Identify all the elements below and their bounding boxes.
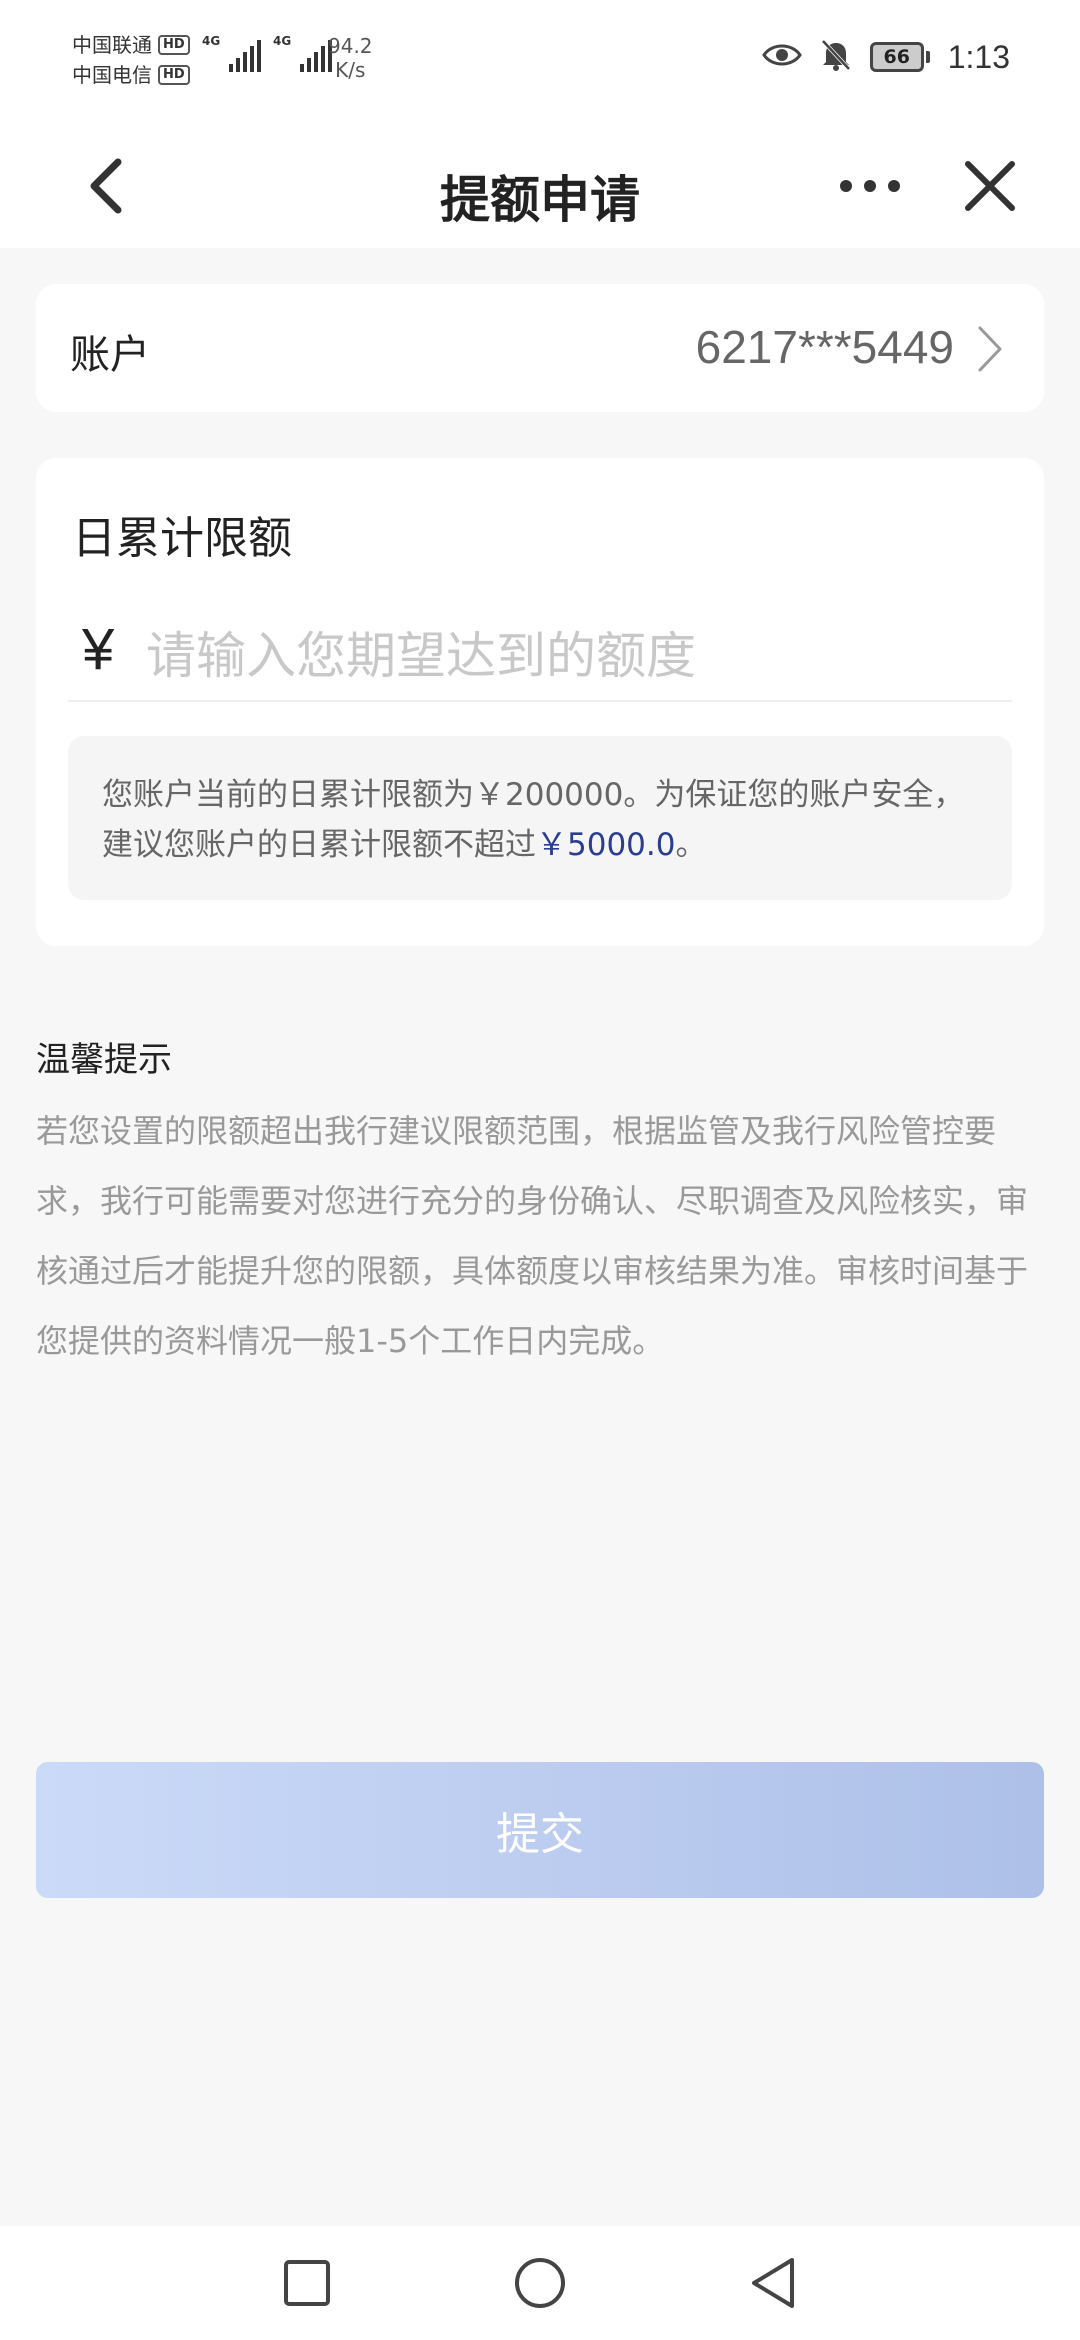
network-type-label: 4G — [202, 34, 221, 48]
more-horizontal-icon — [840, 180, 900, 192]
signal-icon: 4G — [273, 34, 332, 72]
signal-strength: 4G 4G — [202, 34, 332, 72]
bell-off-icon — [820, 38, 852, 76]
carrier-info: 中国联通 HD 中国电信 HD — [72, 30, 190, 90]
tips-title: 温馨提示 — [36, 1040, 172, 1080]
speed-unit: K/s — [335, 58, 366, 82]
page-title: 提额申请 — [440, 171, 640, 229]
triangle-back-icon — [752, 2258, 794, 2308]
home-button[interactable] — [505, 2248, 575, 2318]
carrier-1-label: 中国联通 — [72, 33, 152, 57]
account-selector[interactable]: 账户 6217***5449 — [36, 284, 1044, 412]
hd-badge: HD — [158, 65, 190, 85]
hd-badge: HD — [158, 35, 190, 55]
account-number: 6217***5449 — [695, 321, 954, 373]
limit-notice: 您账户当前的日累计限额为￥200000。为保证您的账户安全，建议您账户的日累计限… — [68, 736, 1012, 900]
tips-body: 若您设置的限额超出我行建议限额范围，根据监管及我行风险管控要求，我行可能需要对您… — [36, 1112, 1029, 1360]
recent-apps-button[interactable] — [272, 2248, 342, 2318]
status-icons: 66 1:13 — [761, 38, 1010, 76]
carrier-2-label: 中国电信 — [72, 63, 152, 87]
suggested-limit-amount: ￥5000.0 — [536, 827, 676, 863]
more-button[interactable] — [830, 146, 910, 226]
daily-limit-card: 日累计限额 ¥ 您账户当前的日累计限额为￥200000。为保证您的账户安全，建议… — [36, 458, 1044, 946]
system-back-button[interactable] — [738, 2248, 808, 2318]
header-bar: 提额申请 — [0, 124, 1080, 248]
account-label: 账户 — [70, 332, 150, 378]
status-bar: 中国联通 HD 中国电信 HD 4G 4G 94.2 K/s 66 1:13 — [0, 0, 1080, 124]
network-type-label: 4G — [273, 34, 292, 48]
notice-text: 您账户当前的日累计限额为￥200000。为保证您的账户安全，建议您账户的日累计限… — [102, 777, 965, 863]
currency-symbol: ¥ — [82, 617, 115, 682]
limit-amount-input[interactable] — [146, 618, 1006, 694]
battery-level: 66 — [869, 42, 924, 72]
speed-value: 94.2 — [328, 34, 373, 58]
system-navigation-bar — [0, 2226, 1080, 2340]
circle-icon — [515, 2258, 565, 2308]
status-time: 1:13 — [947, 38, 1010, 75]
close-icon — [965, 161, 1015, 211]
chevron-right-icon — [976, 324, 1004, 378]
close-button[interactable] — [950, 146, 1030, 226]
input-underline — [68, 700, 1012, 702]
submit-button[interactable]: 提交 — [36, 1762, 1044, 1898]
square-icon — [284, 2260, 330, 2306]
eye-icon — [761, 41, 802, 73]
signal-icon: 4G — [202, 34, 261, 72]
daily-limit-title: 日累计限额 — [72, 513, 292, 564]
notice-suffix: 。 — [675, 827, 707, 863]
network-speed: 94.2 K/s — [328, 34, 373, 82]
battery-icon: 66 — [869, 42, 930, 72]
